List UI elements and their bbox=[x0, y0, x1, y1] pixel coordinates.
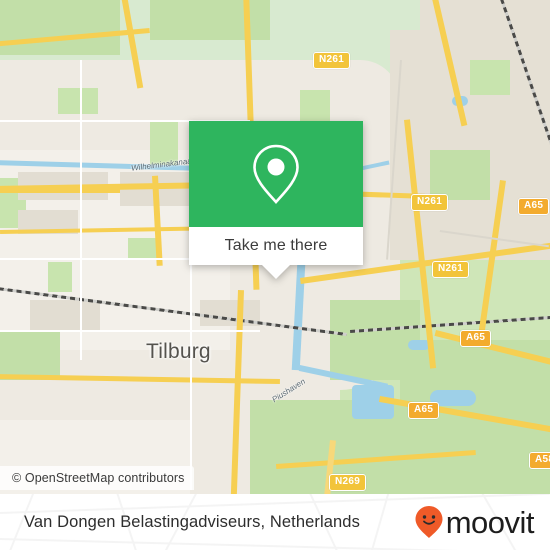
shield-a65-mid[interactable]: A65 bbox=[460, 330, 492, 347]
map-park-4 bbox=[48, 262, 72, 292]
map-forest-nw bbox=[0, 0, 120, 55]
map-pin-icon bbox=[253, 144, 299, 204]
destination-callout[interactable]: Take me there bbox=[189, 121, 363, 279]
shield-n269[interactable]: N269 bbox=[329, 474, 367, 491]
map-park-1 bbox=[58, 88, 98, 114]
map-label-city: Tilburg bbox=[146, 340, 211, 363]
moovit-pin-icon bbox=[415, 506, 443, 538]
map-road-minor4 bbox=[80, 60, 82, 360]
footer-bar: Van Dongen Belastingadviseurs, Netherlan… bbox=[0, 494, 550, 550]
map-card: Tilburg Wilhelminakanaal Piushaven N261 … bbox=[0, 0, 550, 550]
callout-icon-panel bbox=[189, 121, 363, 227]
callout-action[interactable]: Take me there bbox=[189, 227, 363, 265]
callout-action-label: Take me there bbox=[224, 237, 328, 254]
shield-a65-east[interactable]: A65 bbox=[518, 198, 550, 215]
place-title: Van Dongen Belastingadviseurs, Netherlan… bbox=[24, 512, 360, 531]
map-park-7 bbox=[470, 60, 510, 95]
map-attribution[interactable]: © OpenStreetMap contributors bbox=[0, 466, 194, 490]
callout-tail bbox=[262, 265, 290, 279]
moovit-brand[interactable]: moovit bbox=[414, 494, 535, 550]
shield-n261-east[interactable]: N261 bbox=[411, 194, 449, 211]
shield-n261-southeast[interactable]: N261 bbox=[432, 261, 470, 278]
shield-a65-south[interactable]: A65 bbox=[408, 402, 440, 419]
map-canvas[interactable]: Tilburg Wilhelminakanaal Piushaven N261 … bbox=[0, 0, 550, 494]
shield-a58[interactable]: A58 bbox=[529, 452, 550, 469]
map-forest-n bbox=[150, 0, 270, 40]
map-forest-e bbox=[430, 150, 490, 200]
map-road-minor3 bbox=[0, 330, 260, 332]
map-forest-sw bbox=[0, 330, 60, 380]
shield-n261-north[interactable]: N261 bbox=[313, 52, 351, 69]
map-block-4 bbox=[30, 300, 100, 330]
moovit-wordmark: moovit bbox=[445, 504, 535, 540]
